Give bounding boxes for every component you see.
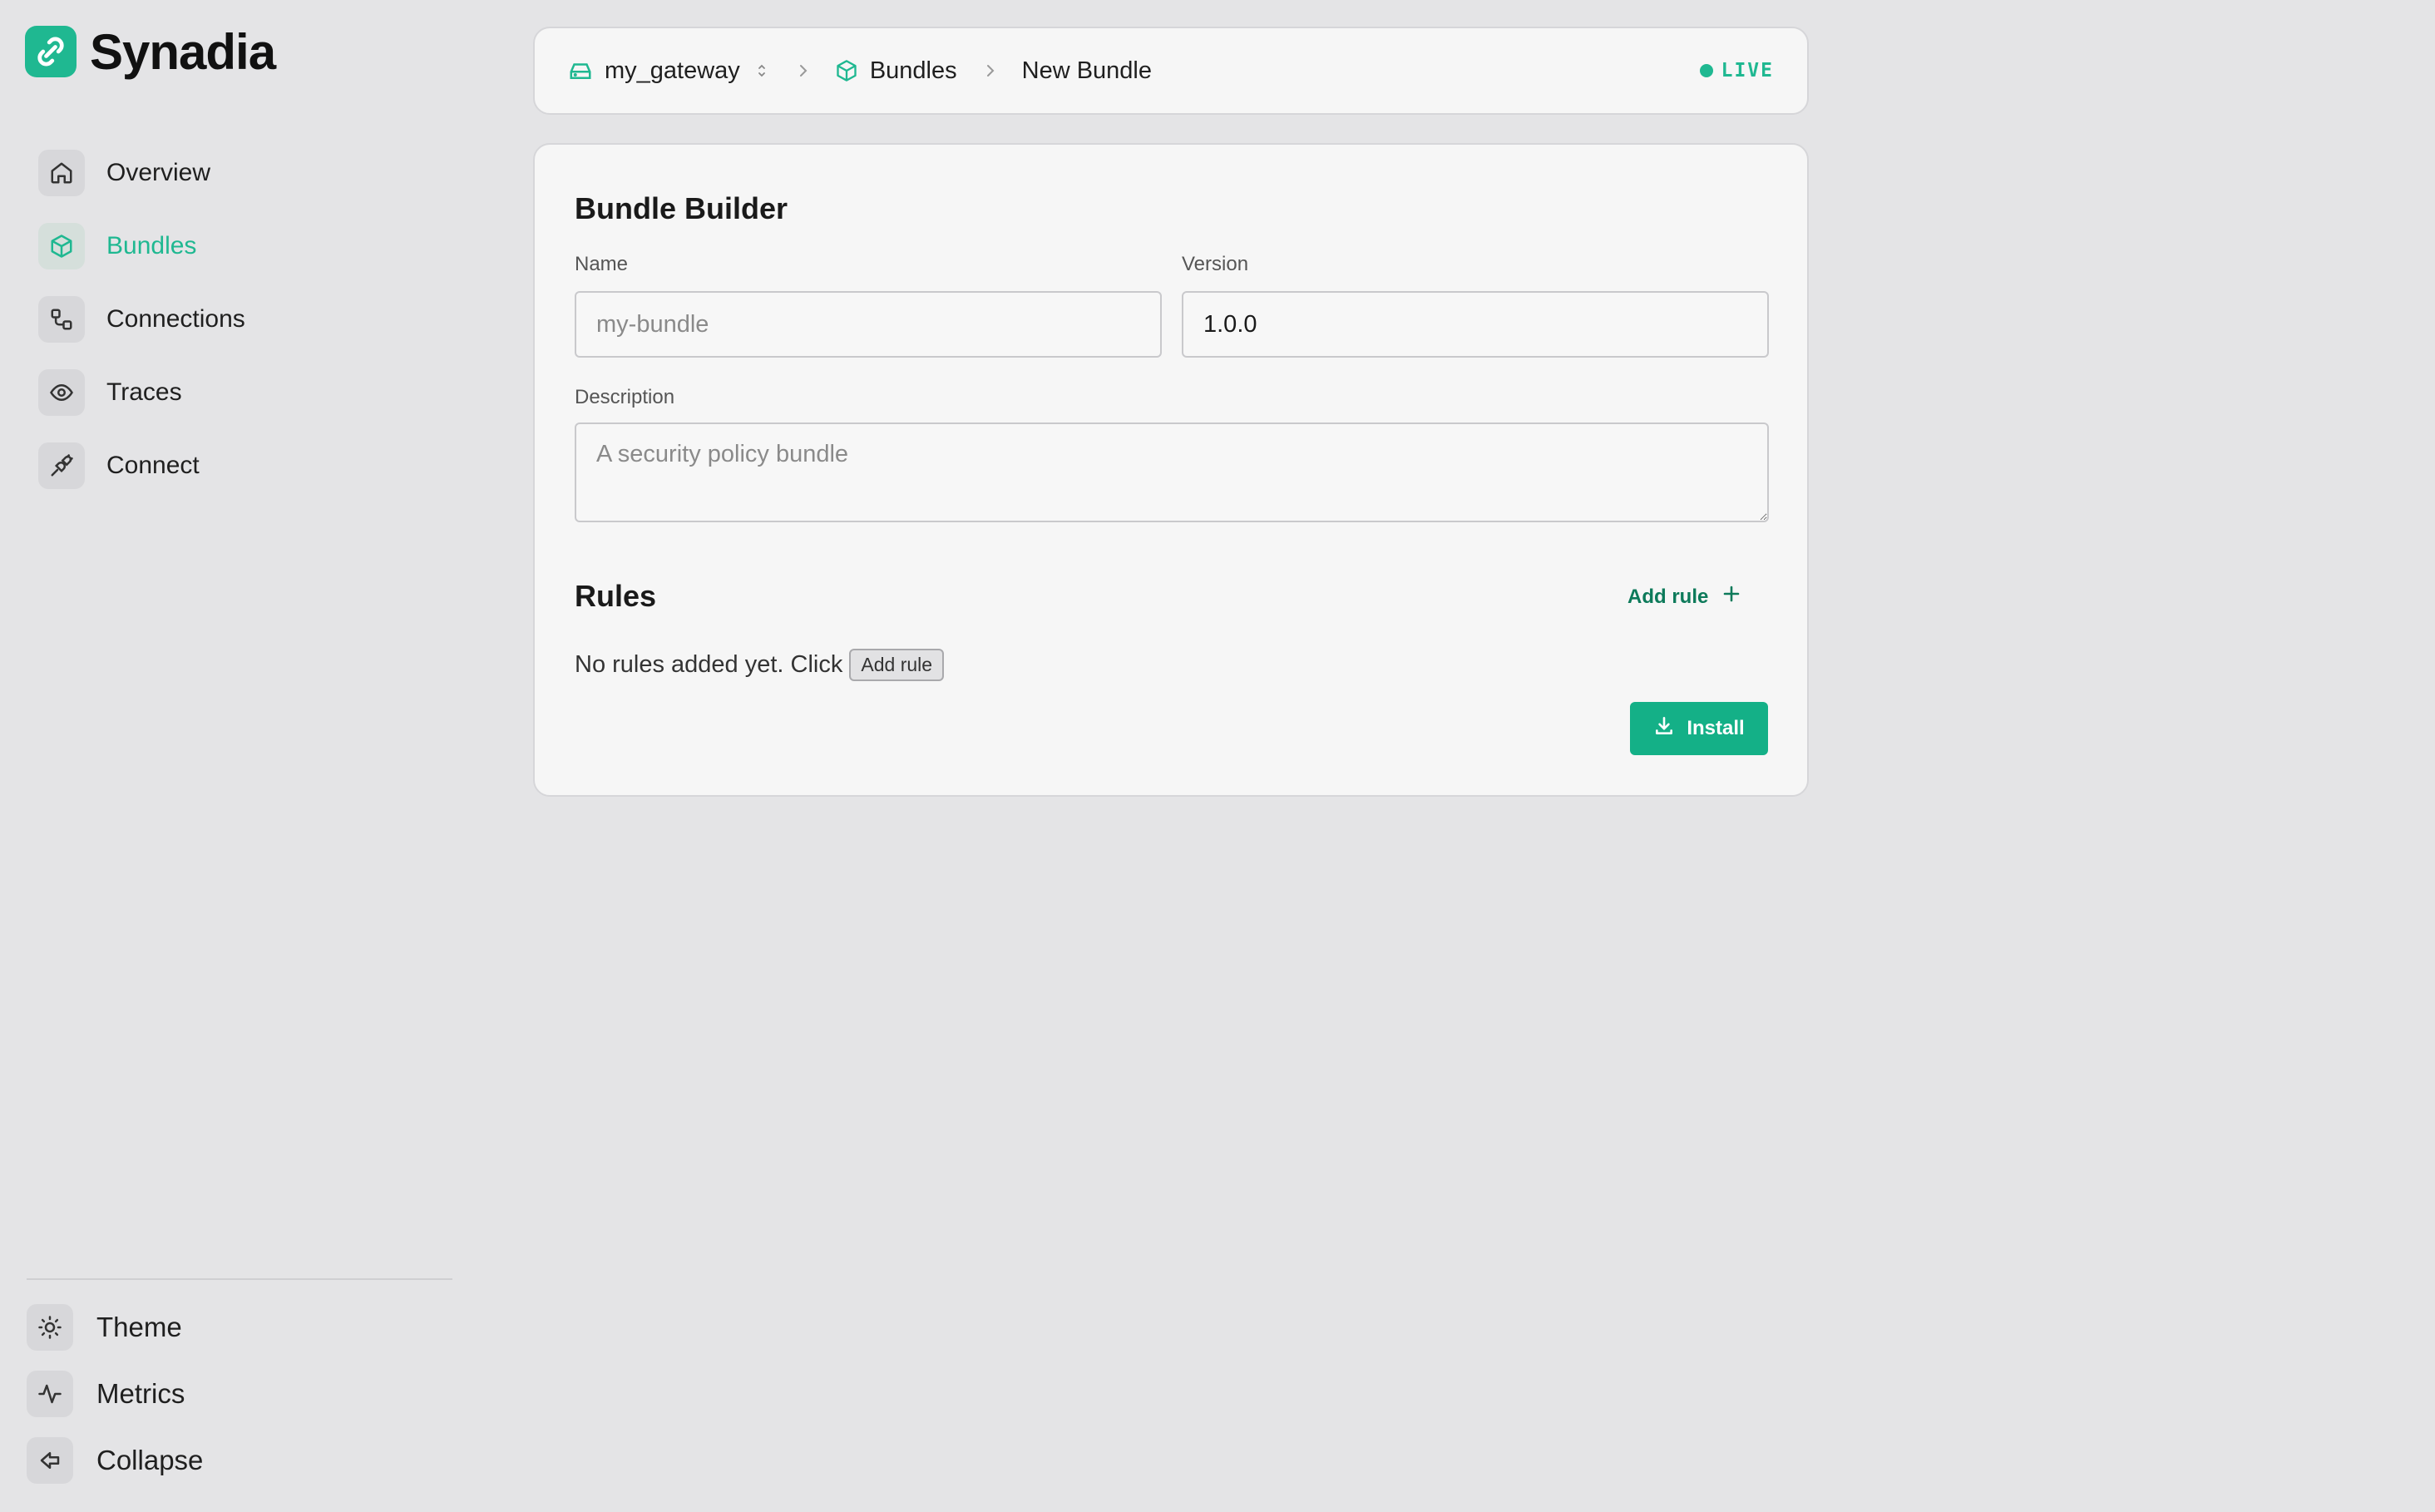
breadcrumb-bundles[interactable]: Bundles (835, 57, 957, 85)
gateway-name: my_gateway (605, 57, 740, 84)
add-rule-label: Add rule (1627, 585, 1709, 608)
status-text: LIVE (1721, 60, 1774, 82)
sidebar-bottom-nav: Theme Metrics Collapse (27, 1304, 452, 1504)
sidebar-item-bundles[interactable]: Bundles (38, 221, 454, 271)
name-input[interactable] (575, 291, 1162, 358)
sidebar-divider (27, 1278, 452, 1280)
status-badge: LIVE (1699, 60, 1774, 82)
package-icon (835, 59, 858, 82)
sidebar-item-label: Bundles (106, 232, 197, 259)
sidebar-item-label: Connect (106, 452, 200, 479)
sidebar-item-label: Connections (106, 305, 245, 333)
connections-icon (38, 296, 85, 343)
empty-state-text: No rules added yet. Click (575, 651, 843, 678)
sidebar-item-label: Overview (106, 159, 211, 186)
home-icon (38, 150, 85, 196)
install-button[interactable]: Install (1630, 702, 1768, 755)
name-label: Name (575, 253, 629, 275)
theme-label: Theme (96, 1312, 182, 1342)
metrics-button[interactable]: Metrics (27, 1371, 452, 1417)
collapse-sidebar-button[interactable]: Collapse (27, 1437, 452, 1484)
package-icon (38, 223, 85, 269)
sidebar-item-connect[interactable]: Connect (38, 441, 454, 491)
breadcrumb-bundles-label: Bundles (869, 57, 957, 84)
sidebar: Synadia Overview Bundles Connections Tra… (0, 0, 482, 1512)
brand-logo[interactable]: Synadia (25, 23, 276, 80)
plug-icon (38, 442, 85, 489)
eye-icon (38, 369, 85, 416)
install-label: Install (1687, 717, 1745, 739)
collapse-icon (27, 1437, 73, 1484)
sidebar-nav: Overview Bundles Connections Traces Conn… (38, 148, 454, 514)
sun-icon (27, 1304, 73, 1351)
version-input[interactable] (1182, 291, 1769, 358)
inline-add-rule-button[interactable]: Add rule (849, 649, 945, 681)
breadcrumb: my_gateway Bundles New Bundle LIVE (533, 27, 1809, 115)
gateway-icon (568, 58, 593, 83)
chevron-updown-icon (753, 61, 770, 81)
collapse-label: Collapse (96, 1445, 204, 1475)
version-label: Version (1182, 253, 1249, 275)
download-icon (1653, 715, 1675, 743)
description-textarea[interactable] (575, 422, 1769, 522)
rules-title: Rules (575, 579, 657, 613)
description-label: Description (575, 386, 675, 408)
live-dot-icon (1699, 64, 1713, 77)
metrics-label: Metrics (96, 1378, 185, 1409)
sidebar-item-connections[interactable]: Connections (38, 294, 454, 344)
activity-icon (27, 1371, 73, 1417)
plus-icon (1721, 584, 1741, 610)
sidebar-item-traces[interactable]: Traces (38, 368, 454, 418)
breadcrumb-current-label: New Bundle (1021, 57, 1152, 84)
sidebar-item-label: Traces (106, 378, 182, 406)
sidebar-item-overview[interactable]: Overview (38, 148, 454, 198)
theme-toggle-button[interactable]: Theme (27, 1304, 452, 1351)
gateway-selector[interactable]: my_gateway (568, 57, 770, 85)
chevron-right-icon (795, 61, 810, 81)
breadcrumb-current: New Bundle (1022, 57, 1152, 85)
brand-name: Synadia (90, 23, 276, 80)
synadia-logo-icon (25, 26, 77, 77)
chevron-right-icon (982, 61, 997, 81)
rules-empty-state: No rules added yet. Click Add rule (575, 649, 945, 681)
add-rule-button[interactable]: Add rule (1627, 584, 1741, 610)
page-title: Bundle Builder (575, 191, 788, 225)
bundle-builder-card: Bundle Builder Name Version Description … (533, 143, 1809, 797)
